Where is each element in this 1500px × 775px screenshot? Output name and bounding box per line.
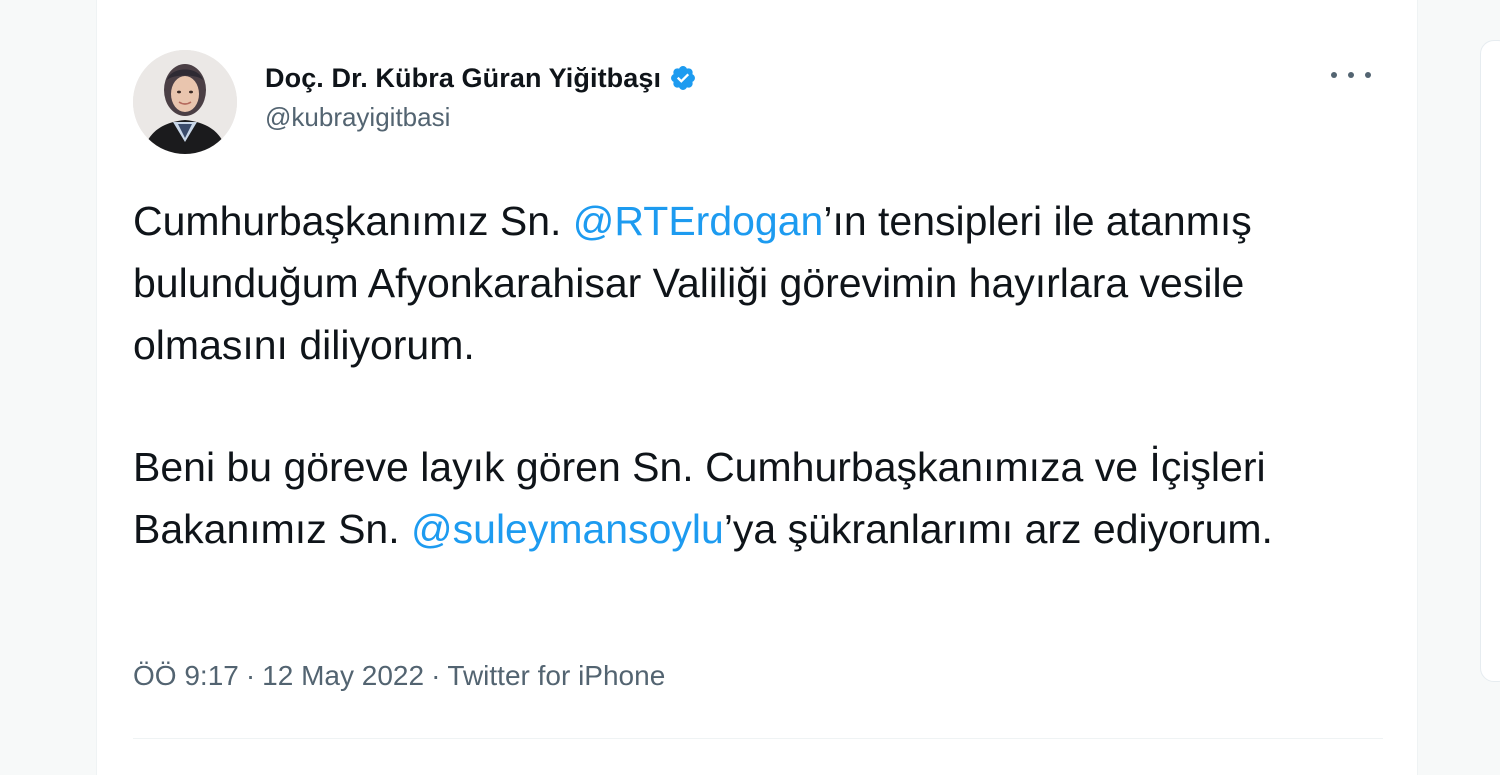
more-dots-icon[interactable] [1331, 62, 1371, 88]
author-handle[interactable]: @kubrayigitbasi [265, 102, 697, 133]
tweet-paragraph-1: Cumhurbaşkanımız Sn. @RTErdogan’ın tensi… [133, 190, 1383, 376]
avatar-image [133, 50, 237, 154]
name-row: Doç. Dr. Kübra Güran Yiğitbaşı [265, 60, 697, 96]
tweet-time[interactable]: ÖÖ 9:17 [133, 660, 239, 692]
display-name[interactable]: Doç. Dr. Kübra Güran Yiğitbaşı [265, 63, 661, 94]
tweet-text: Cumhurbaşkanımız Sn. @RTErdogan’ın tensi… [133, 190, 1383, 560]
dot-icon [1365, 72, 1371, 78]
tweet-source[interactable]: Twitter for iPhone [447, 660, 665, 692]
tweet-paragraph-2: Beni bu göreve layık gören Sn. Cumhurbaş… [133, 436, 1383, 560]
dot-icon [1348, 72, 1354, 78]
meta-separator: · [431, 660, 441, 691]
tweet-header: Doç. Dr. Kübra Güran Yiğitbaşı @kubrayig… [133, 50, 1393, 160]
tweet-date[interactable]: 12 May 2022 [262, 660, 424, 692]
avatar[interactable] [133, 50, 237, 154]
mention-link[interactable]: @suleymansoylu [411, 506, 724, 552]
divider [133, 738, 1383, 739]
tweet-meta: ÖÖ 9:17 · 12 May 2022 · Twitter for iPho… [133, 660, 665, 692]
meta-separator: · [245, 660, 256, 691]
dot-icon [1331, 72, 1337, 78]
tweet-card: Doç. Dr. Kübra Güran Yiğitbaşı @kubrayig… [96, 0, 1418, 775]
mention-link[interactable]: @RTErdogan [573, 198, 824, 244]
verified-badge-icon [671, 66, 696, 90]
author-names: Doç. Dr. Kübra Güran Yiğitbaşı @kubrayig… [265, 60, 697, 133]
paragraph-text: Cumhurbaşkanımız Sn. [133, 198, 573, 244]
right-panel-edge [1480, 40, 1500, 682]
paragraph-text: ’ya şükranlarımı arz ediyorum. [723, 506, 1273, 552]
